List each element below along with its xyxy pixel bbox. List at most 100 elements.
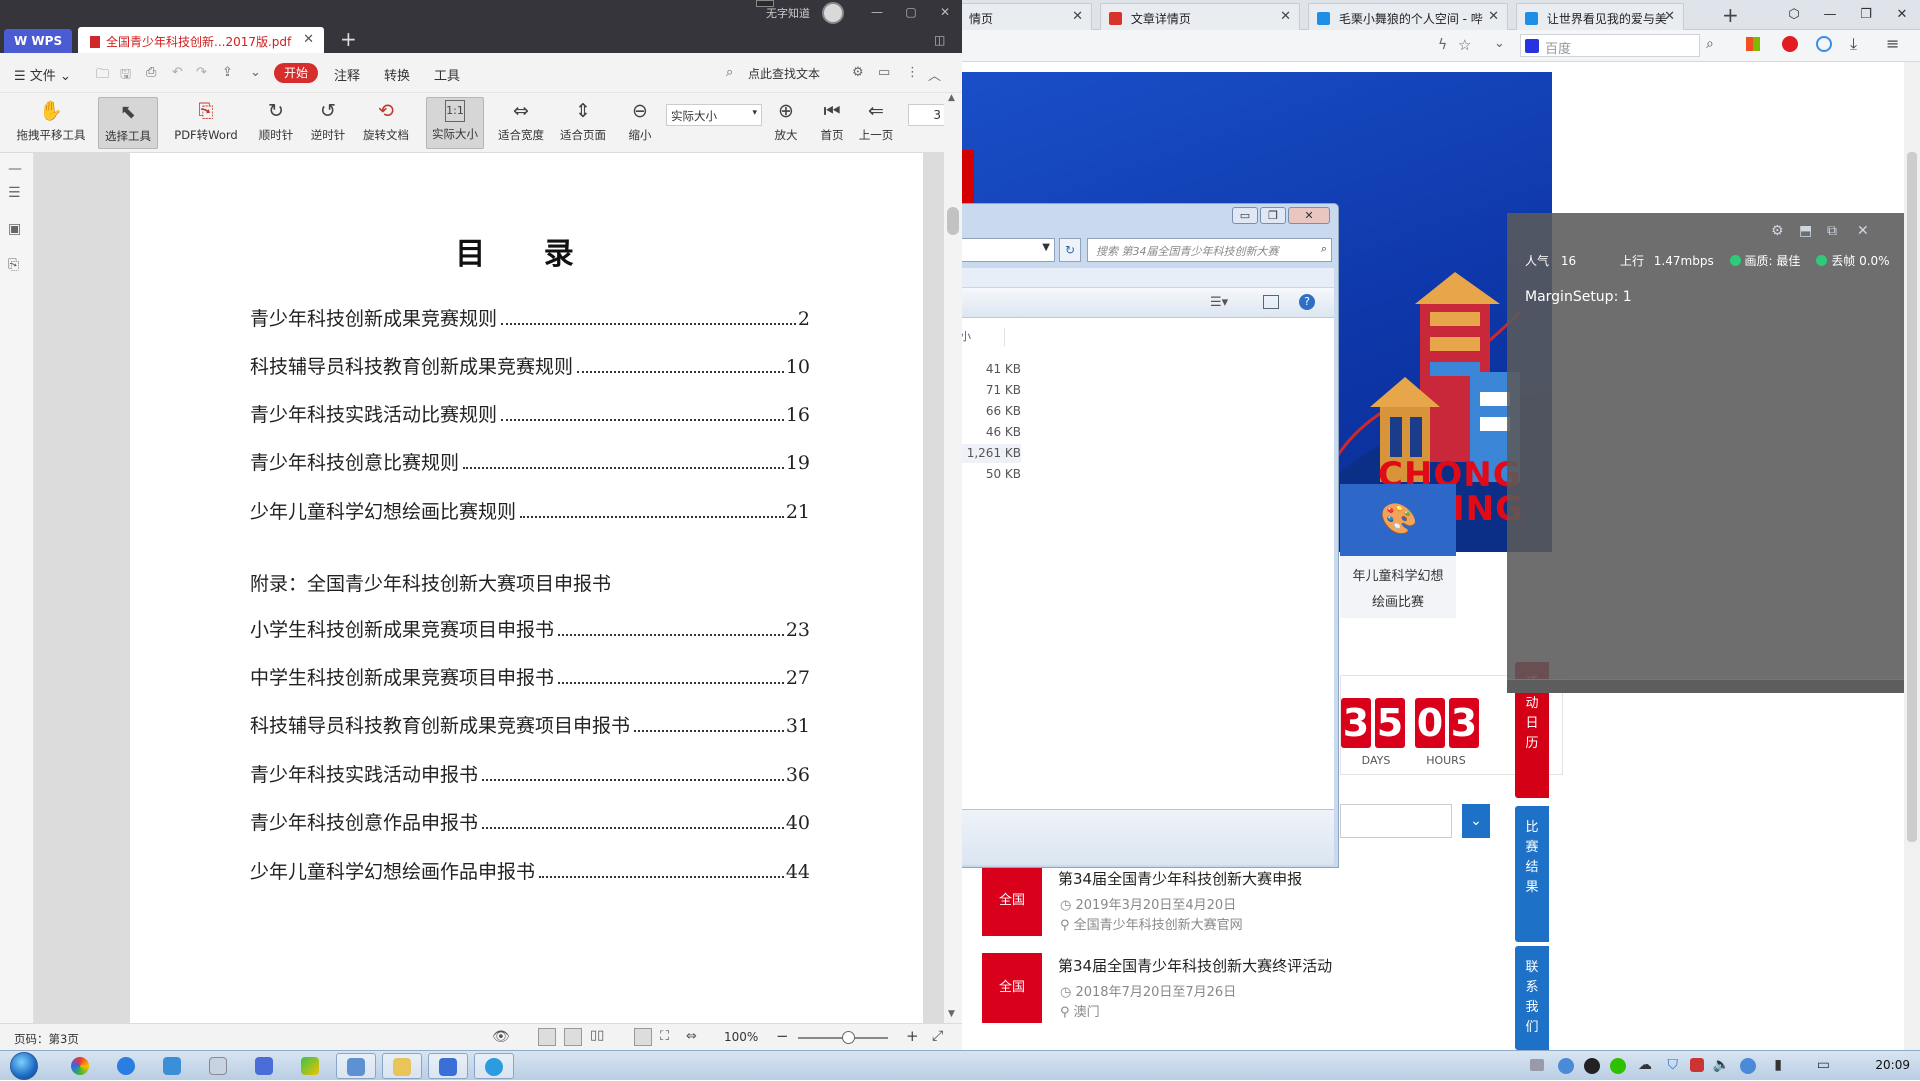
more-icon[interactable]: ⋮ (906, 65, 919, 80)
pin-icon[interactable]: ⬒ (1799, 223, 1812, 239)
flash-icon[interactable]: ϟ (1438, 37, 1447, 53)
thumbnail-icon[interactable]: ▣ (8, 221, 21, 237)
apps-icon[interactable] (1746, 37, 1760, 51)
help-icon[interactable]: ? (1299, 294, 1315, 310)
zoom-level[interactable]: 100% (724, 1030, 758, 1044)
zoom-slider-handle[interactable] (842, 1031, 855, 1044)
scrollbar-thumb[interactable] (947, 207, 959, 235)
toc-entry[interactable]: 科技辅导员科技教育创新成果竞赛项目申报书 31 (250, 711, 810, 741)
actual-size-icon[interactable] (634, 1028, 652, 1046)
undo-icon[interactable]: ↶ (172, 65, 183, 80)
zoom-in-icon[interactable]: + (906, 1027, 919, 1045)
share-icon[interactable]: ⇪ (222, 65, 233, 80)
annotation-list-icon[interactable]: ⎘ (8, 257, 19, 273)
collapse-ribbon-icon[interactable]: ︿ (928, 65, 941, 84)
sidebar-toggle-icon[interactable]: ◫ (934, 33, 945, 47)
keyboard-icon[interactable] (1530, 1059, 1544, 1071)
rotate-cw-button[interactable]: ↻ 顺时针 (254, 97, 298, 149)
volume-icon[interactable]: 🔈 (1713, 1057, 1730, 1073)
download-icon[interactable]: ⤓ (1850, 34, 1857, 54)
collapse-icon[interactable]: — (8, 161, 22, 177)
overlay-resize-handle[interactable] (1507, 679, 1904, 693)
actual-size-button[interactable]: 1:1 实际大小 (426, 97, 484, 149)
event-title[interactable]: 第34届全国青少年科技创新大赛申报 (1058, 868, 1302, 889)
menu-start[interactable]: 开始 (274, 63, 318, 83)
user-name[interactable]: 无字知道 (766, 5, 810, 21)
restore-icon[interactable]: ❐ (1260, 207, 1286, 224)
antivirus-icon[interactable] (1690, 1058, 1704, 1072)
zoom-in-button[interactable]: ⊕ 放大 (766, 97, 806, 149)
tray-app-icon[interactable] (1558, 1058, 1574, 1074)
wechat-icon[interactable] (1610, 1058, 1626, 1074)
minimize-icon[interactable]: — (1812, 0, 1848, 30)
scroll-down-icon[interactable]: ▼ (948, 1009, 955, 1019)
document-scrollbar[interactable]: ▲ ▼ (944, 93, 962, 1023)
browser-tab[interactable]: 毛栗小舞狼的个人空间 - 哔 ✕ (1308, 3, 1508, 30)
taskbar-app[interactable] (106, 1053, 146, 1079)
eye-icon[interactable]: 👁 (492, 1029, 510, 1045)
toc-entry[interactable]: 青少年科技创意作品申报书 40 (250, 808, 810, 838)
outline-icon[interactable]: ☰ (8, 185, 21, 201)
fit-width-button[interactable]: ⇔ 适合宽度 (494, 97, 548, 149)
page-scrollbar[interactable] (1904, 62, 1920, 1050)
close-icon[interactable]: ✕ (1072, 9, 1083, 24)
restore-icon[interactable]: ❐ (1848, 0, 1884, 30)
redo-icon[interactable]: ↷ (196, 65, 207, 80)
save-icon[interactable]: 🖫 (120, 65, 131, 87)
close-icon[interactable]: ✕ (928, 0, 962, 24)
popout-icon[interactable]: ⧉ (1827, 223, 1837, 239)
explorer-search-input[interactable]: 搜索 第34届全国青少年科技创新大赛 ⌕ (1087, 238, 1332, 262)
taskbar-app[interactable] (244, 1053, 284, 1079)
taskbar-app[interactable] (290, 1053, 330, 1079)
pan-tool-button[interactable]: ✋ 拖拽平移工具 (12, 97, 90, 149)
search-icon[interactable]: ⌕ (726, 65, 733, 80)
toc-entry[interactable]: 中学生科技创新成果竞赛项目申报书 27 (250, 663, 810, 693)
taskbar-app[interactable] (198, 1053, 238, 1079)
single-page-icon[interactable] (564, 1028, 582, 1046)
two-page-icon[interactable]: ▯▯ (590, 1028, 604, 1043)
minimize-icon[interactable]: — (860, 0, 894, 24)
search-icon[interactable]: ⌕ (1706, 36, 1714, 52)
signal-icon[interactable]: ▮ (1774, 1057, 1782, 1073)
new-tab-icon[interactable]: + (340, 27, 357, 51)
find-text-button[interactable]: 点此查找文本 (748, 65, 820, 82)
toc-entry[interactable]: 青少年科技实践活动比赛规则 16 (250, 400, 810, 430)
fullscreen-icon[interactable]: ⤢ (932, 1028, 943, 1044)
menu-tools[interactable]: 工具 (434, 65, 460, 84)
network-icon[interactable]: ▭ (1817, 1057, 1830, 1073)
event-item[interactable]: 全国 第34届全国青少年科技创新大赛终评活动 ◷ 2018年7月20日至7月26… (982, 953, 1542, 1029)
zoom-select[interactable]: 实际大小 ▾ (666, 104, 762, 126)
browser-tab[interactable]: 情页 ✕ (960, 3, 1092, 30)
pdf-to-word-button[interactable]: ⎘ PDF转Word (170, 97, 242, 149)
skin-icon[interactable]: ⬡ (1776, 0, 1812, 30)
continuous-view-icon[interactable] (538, 1028, 556, 1046)
comment-icon[interactable]: ▭ (878, 65, 890, 80)
print-icon[interactable]: ⎙ (146, 65, 156, 80)
category-card-painting[interactable]: 🎨 年儿童科学幻想 绘画比赛 (1340, 484, 1456, 618)
zoom-out-icon[interactable]: − (776, 1027, 789, 1045)
toc-entry[interactable]: 青少年科技创新成果竞赛规则 2 (250, 304, 810, 334)
fit-width-icon[interactable]: ⇔ (686, 1029, 697, 1044)
previous-page-button[interactable]: ⇐ 上一页 (856, 97, 896, 149)
menu-convert[interactable]: 转换 (384, 65, 410, 84)
browser-tab[interactable]: 文章详情页 ✕ (1100, 3, 1300, 30)
toc-entry[interactable]: 青少年科技实践活动申报书 36 (250, 760, 810, 790)
close-icon[interactable]: ✕ (303, 32, 314, 47)
fit-page-icon[interactable]: ⛶ (660, 1029, 669, 1044)
page-number-input[interactable]: 3 (908, 104, 948, 126)
close-icon[interactable]: ✕ (1857, 223, 1869, 239)
star-icon[interactable]: ☆ (1458, 36, 1471, 54)
wps-home-tab[interactable]: W WPS (4, 29, 72, 53)
mute-icon[interactable]: ✕ (1488, 9, 1499, 24)
taskbar-app[interactable] (474, 1053, 514, 1079)
rotate-document-button[interactable]: ⟲ 旋转文档 (358, 97, 414, 149)
toc-entry[interactable]: 小学生科技创新成果竞赛项目申报书 23 (250, 615, 810, 645)
close-icon[interactable]: ✕ (1884, 0, 1920, 30)
shield-icon[interactable]: ⛉ (1668, 1057, 1679, 1073)
close-icon[interactable]: ✕ (1288, 207, 1330, 224)
filter-select[interactable] (1340, 804, 1452, 838)
toc-entry[interactable]: 科技辅导员科技教育创新成果竞赛规则 10 (250, 352, 810, 382)
cloud-icon[interactable]: ☁ (1638, 1057, 1652, 1073)
taskbar-app[interactable] (60, 1053, 100, 1079)
event-title[interactable]: 第34届全国青少年科技创新大赛终评活动 (1058, 955, 1332, 976)
